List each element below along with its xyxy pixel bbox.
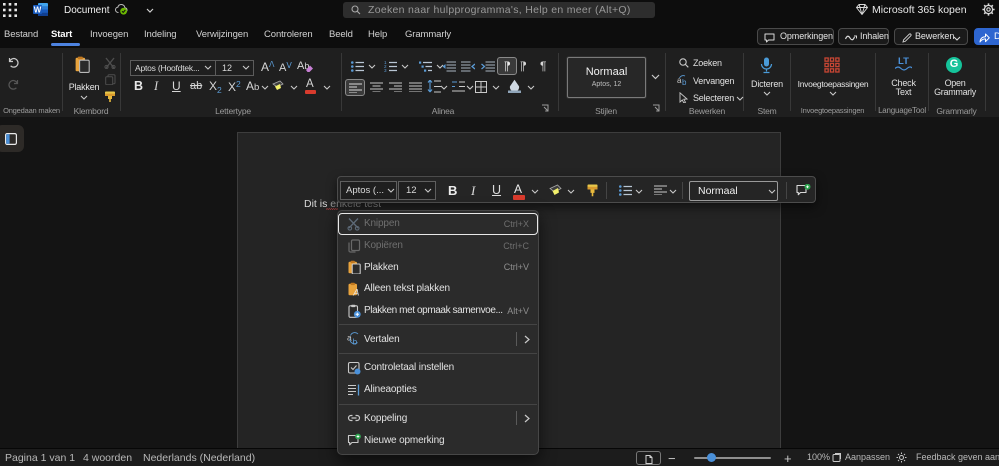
svg-text:3: 3	[384, 68, 387, 72]
svg-text:A: A	[352, 287, 359, 296]
svg-text:b: b	[682, 78, 687, 86]
svg-text:b: b	[353, 337, 358, 347]
svg-text:W: W	[34, 6, 42, 15]
